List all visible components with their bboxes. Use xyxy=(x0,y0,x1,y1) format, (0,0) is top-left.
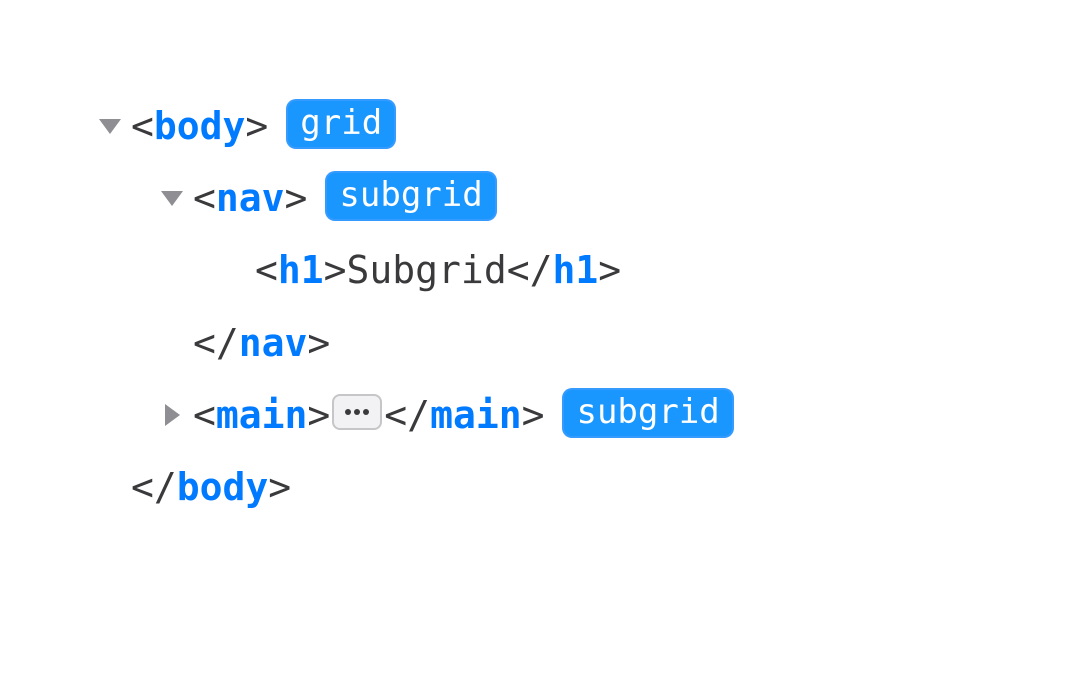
bracket: > xyxy=(522,379,545,451)
tag-body: body xyxy=(154,90,246,162)
bracket: > xyxy=(307,379,330,451)
layout-badge-grid[interactable]: grid xyxy=(286,99,396,149)
tree-row-body-close[interactable]: </body> xyxy=(95,451,1080,523)
layout-badge-subgrid[interactable]: subgrid xyxy=(562,388,733,438)
chevron-right-icon[interactable] xyxy=(157,404,187,426)
bracket: > xyxy=(245,90,268,162)
bracket: </ xyxy=(384,379,430,451)
tag-nav: nav xyxy=(216,162,285,234)
tag-h1: h1 xyxy=(552,234,598,306)
bracket: > xyxy=(598,234,621,306)
bracket: </ xyxy=(193,307,239,379)
tree-row-body-open[interactable]: <body> grid xyxy=(95,90,1080,162)
bracket: < xyxy=(193,379,216,451)
tree-row-nav-open[interactable]: <nav> subgrid xyxy=(95,162,1080,234)
layout-badge-subgrid[interactable]: subgrid xyxy=(325,171,496,221)
tag-main: main xyxy=(430,379,522,451)
text-content: Subgrid xyxy=(347,234,507,306)
chevron-down-icon[interactable] xyxy=(157,191,187,206)
tree-row-main[interactable]: <main> </main> subgrid xyxy=(95,379,1080,451)
bracket: </ xyxy=(131,451,177,523)
bracket: </ xyxy=(507,234,553,306)
bracket: > xyxy=(324,234,347,306)
tree-row-nav-close[interactable]: </nav> xyxy=(95,307,1080,379)
bracket: > xyxy=(307,307,330,379)
bracket: > xyxy=(268,451,291,523)
tree-row-h1[interactable]: <h1>Subgrid</h1> xyxy=(95,234,1080,306)
tag-main: main xyxy=(216,379,308,451)
tag-body: body xyxy=(177,451,269,523)
dom-tree: <body> grid <nav> subgrid <h1>Subgrid</h… xyxy=(0,0,1080,523)
bracket: < xyxy=(131,90,154,162)
chevron-down-icon[interactable] xyxy=(95,119,125,134)
bracket: < xyxy=(255,234,278,306)
bracket: < xyxy=(193,162,216,234)
tag-h1: h1 xyxy=(278,234,324,306)
bracket: > xyxy=(285,162,308,234)
tag-nav: nav xyxy=(239,307,308,379)
ellipsis-icon[interactable] xyxy=(332,394,382,430)
